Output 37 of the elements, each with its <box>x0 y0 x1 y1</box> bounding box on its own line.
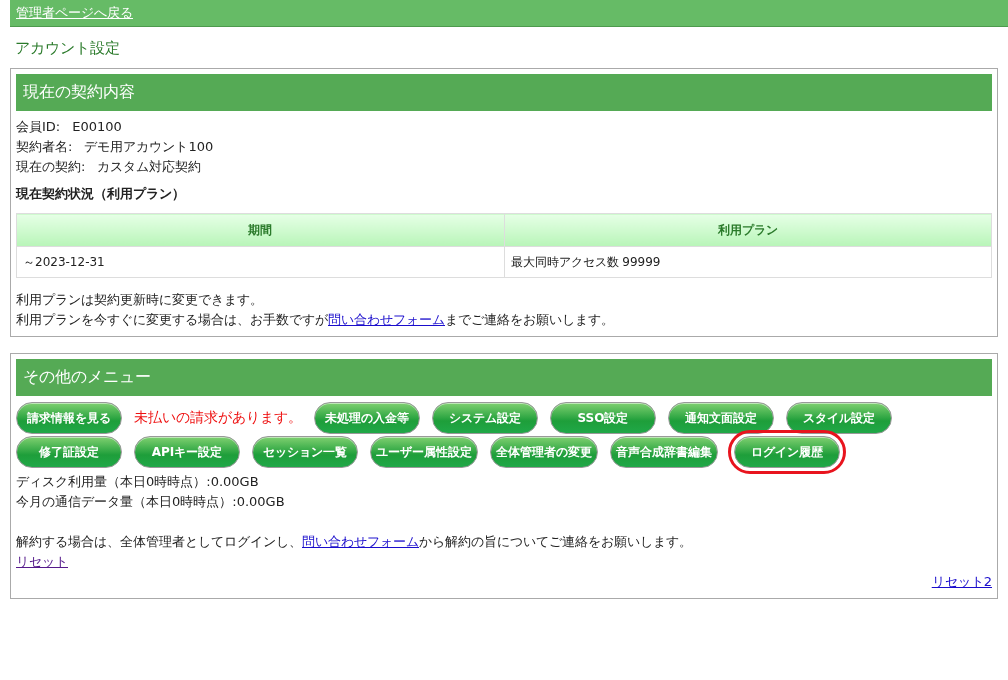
column-header: 利用プラン <box>504 213 992 247</box>
field-label: 契約者名: <box>16 139 73 154</box>
contact-form-link[interactable]: 問い合わせフォーム <box>302 534 419 549</box>
menu-button[interactable]: SSO設定 <box>550 402 656 434</box>
contact-form-link[interactable]: 問い合わせフォーム <box>328 312 445 327</box>
plan-note: 利用プランは契約更新時に変更できます。 <box>16 291 264 309</box>
field-value: デモ用アカウント100 <box>84 139 214 154</box>
menu-button[interactable]: 請求情報を見る <box>16 402 122 434</box>
cancel-note: 解約する場合は、全体管理者としてログインし、問い合わせフォームから解約の旨についてご連絡をお願いします。 <box>16 533 693 551</box>
field-value: E00100 <box>72 119 122 134</box>
menu-button[interactable]: ユーザー属性設定 <box>370 436 478 468</box>
column-header: 期間 <box>16 213 504 247</box>
reset-link[interactable]: リセット <box>16 554 68 569</box>
subheading: 現在契約状況（利用プラン） <box>16 185 186 203</box>
panel-heading: 現在の契約内容 <box>16 74 992 111</box>
menu-button[interactable]: 全体管理者の変更 <box>490 436 598 468</box>
field-label: 現在の契約: <box>16 159 86 174</box>
menu-button[interactable]: スタイル設定 <box>786 402 892 434</box>
menu-button[interactable]: システム設定 <box>432 402 538 434</box>
usage-text: ディスク利用量（本日0時時点）:0.00GB <box>16 473 260 491</box>
menu-button[interactable]: セッション一覧 <box>252 436 358 468</box>
table-cell: ～2023-12-31 <box>16 246 504 278</box>
menu-button[interactable]: 音声合成辞書編集 <box>610 436 718 468</box>
menu-button[interactable]: APIキー設定 <box>134 436 240 468</box>
table-cell: 最大同時アクセス数 99999 <box>504 246 992 278</box>
field-label: 会員ID: <box>16 119 61 134</box>
usage-text: 今月の通信データ量（本日0時時点）:0.00GB <box>16 493 286 511</box>
panel-heading: その他のメニュー <box>16 359 992 396</box>
page-title: アカウント設定 <box>14 38 121 59</box>
menu-button[interactable]: 未処理の入金等 <box>314 402 420 434</box>
plan-change-note: 利用プランを今すぐに変更する場合は、お手数ですが問い合わせフォーム までご連絡をお願いします。 <box>16 311 615 329</box>
menu-button[interactable]: 修了証設定 <box>16 436 122 468</box>
field-value: カスタム対応契約 <box>97 159 202 174</box>
reset2-link[interactable]: リセット2 <box>931 574 992 589</box>
menu-button[interactable]: 通知文面設定 <box>668 402 774 434</box>
unpaid-notice: 未払いの請求があります。 <box>134 409 302 427</box>
back-link[interactable]: 管理者ページへ戻る <box>16 4 133 22</box>
